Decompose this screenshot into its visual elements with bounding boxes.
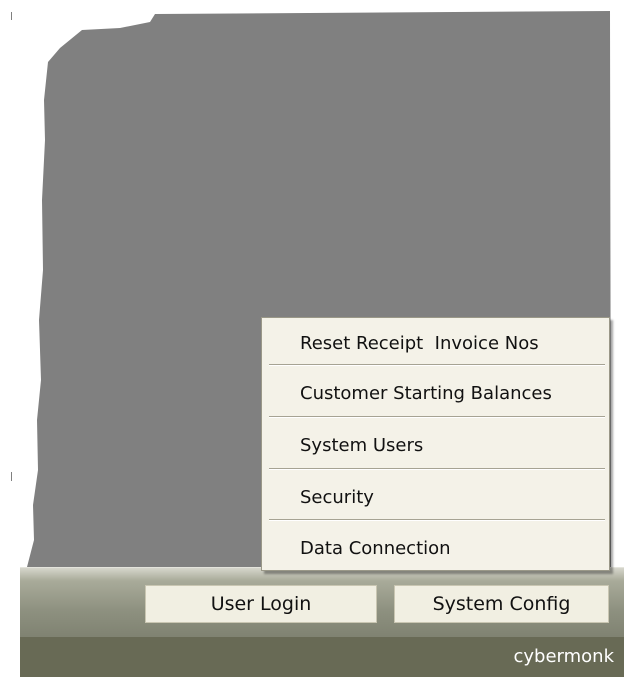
edge-tick-mark xyxy=(11,472,12,481)
current-user-label: cybermonk xyxy=(513,646,614,667)
menu-item-data-connection[interactable]: Data Connection xyxy=(269,523,605,573)
application-window: User Login System Config cybermonk Reset… xyxy=(0,0,624,677)
status-bar: cybermonk xyxy=(20,637,624,677)
menu-item-reset-receipt-invoice-nos[interactable]: Reset Receipt Invoice Nos xyxy=(269,318,605,368)
menu-item-security[interactable]: Security xyxy=(269,472,605,522)
system-config-button[interactable]: System Config xyxy=(394,585,609,623)
corner-tick-mark xyxy=(11,12,12,20)
menu-separator xyxy=(269,416,605,418)
menu-separator xyxy=(269,519,605,521)
menu-item-system-users[interactable]: System Users xyxy=(269,420,605,470)
menu-separator xyxy=(269,468,605,470)
system-config-menu: Reset Receipt Invoice Nos Customer Start… xyxy=(261,317,610,571)
taskbar: User Login System Config xyxy=(20,567,624,638)
menu-item-customer-starting-balances[interactable]: Customer Starting Balances xyxy=(269,368,605,418)
menu-separator xyxy=(269,364,605,366)
user-login-button[interactable]: User Login xyxy=(145,585,377,623)
